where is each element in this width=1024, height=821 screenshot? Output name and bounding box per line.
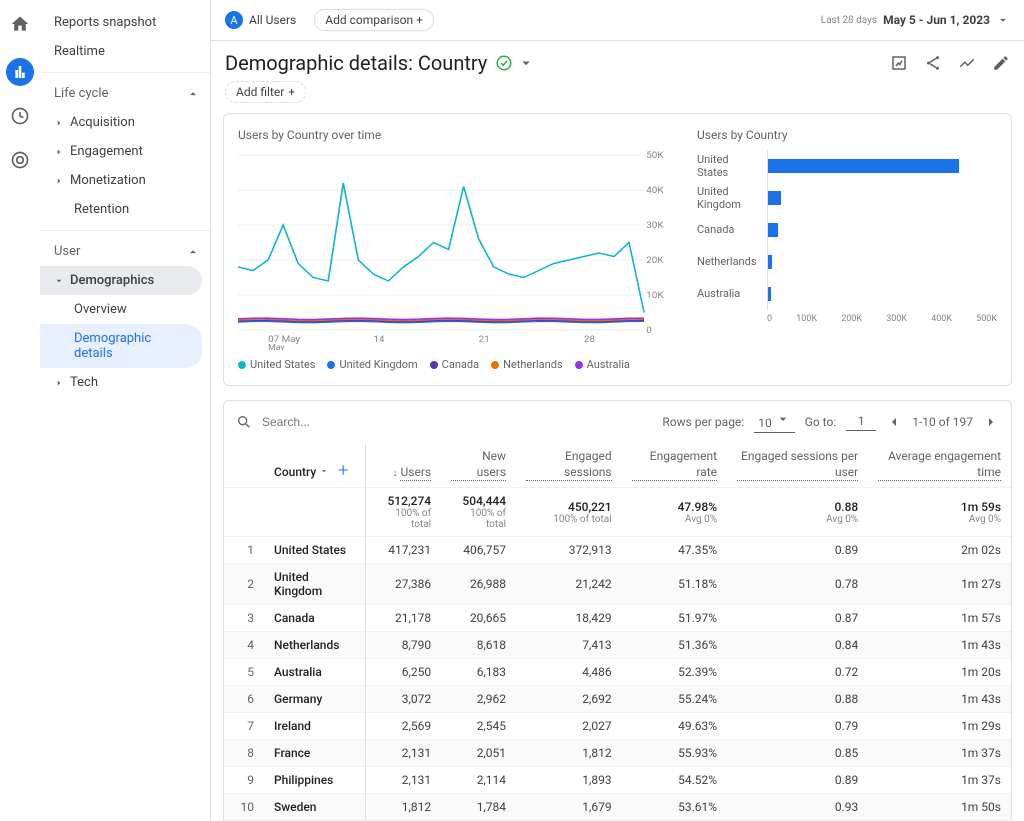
bar-row: Netherlands (697, 246, 997, 278)
sidebar-lifecycle[interactable]: Life cycle (40, 79, 210, 108)
chevron-down-icon[interactable] (517, 54, 535, 72)
svg-text:30K: 30K (646, 220, 663, 230)
all-users-chip[interactable]: AAll Users (225, 8, 306, 32)
goto-input[interactable]: 1 (846, 414, 876, 431)
page-info: 1-10 of 197 (912, 415, 973, 429)
col-engaged-sessions[interactable]: Engaged sessions (516, 443, 622, 488)
table-row[interactable]: 7 Ireland 2,5692,5452,027 49.63%0.791m 2… (224, 713, 1011, 740)
sidebar-demographics[interactable]: Demographics (40, 266, 202, 295)
svg-text:50K: 50K (646, 150, 663, 160)
table-row[interactable]: 3 Canada 21,17820,66518,429 51.97%0.871m… (224, 605, 1011, 632)
sidebar-demographic-details[interactable]: Demographic details (40, 324, 202, 368)
edit-icon[interactable] (992, 54, 1010, 72)
search-input[interactable] (262, 415, 417, 429)
bar-row: Canada (697, 214, 997, 246)
charts-card: Users by Country over time 0 10K 20K 30K 40K… (223, 113, 1012, 386)
bar-row: United States (697, 150, 997, 182)
sidebar-monetization[interactable]: Monetization (40, 166, 210, 195)
home-icon[interactable] (10, 14, 30, 38)
sidebar-tech[interactable]: Tech (40, 368, 210, 397)
check-circle-icon (495, 54, 513, 72)
customize-report-icon[interactable] (890, 54, 908, 72)
chevron-down-icon (319, 466, 329, 476)
svg-text:10K: 10K (646, 290, 663, 300)
svg-text:40K: 40K (646, 185, 663, 195)
table-row[interactable]: 8 France 2,1312,0511,812 55.93%0.851m 37… (224, 740, 1011, 767)
sidebar-overview[interactable]: Overview (40, 295, 210, 324)
bar-row: Australia (697, 278, 997, 310)
svg-text:14: 14 (373, 334, 385, 344)
table-row[interactable]: 2 United Kingdom 27,38626,98821,242 51.1… (224, 564, 1011, 605)
sidebar-user[interactable]: User (40, 237, 210, 266)
bar-row: United Kingdom (697, 182, 997, 214)
svg-text:May: May (268, 343, 285, 350)
sidebar-acquisition[interactable]: Acquisition (40, 108, 210, 137)
add-comparison-button[interactable]: Add comparison + (314, 9, 434, 31)
chevron-up-icon (186, 245, 200, 259)
chevron-up-icon (186, 87, 200, 101)
search-icon (236, 414, 252, 430)
chevron-down-icon (996, 13, 1010, 27)
col-new-users[interactable]: New users (441, 443, 516, 488)
sidebar-reports-snapshot[interactable]: Reports snapshot (40, 8, 210, 37)
table-row[interactable]: 1 United States 417,231406,757372,913 47… (224, 537, 1011, 564)
sidebar-realtime[interactable]: Realtime (40, 37, 210, 66)
col-users[interactable]: ↓ Users (366, 443, 441, 488)
share-icon[interactable] (924, 54, 942, 72)
svg-text:20K: 20K (646, 255, 663, 265)
table-card: Rows per page: 10 Go to: 1 1-10 of 197 C… (223, 400, 1012, 821)
table-row[interactable]: 10 Sweden 1,8121,7841,679 53.61%0.931m 5… (224, 794, 1011, 821)
reports-icon[interactable] (6, 58, 34, 86)
line-chart-title: Users by Country over time (238, 128, 677, 142)
sidebar-engagement[interactable]: Engagement (40, 137, 210, 166)
bar-chart-title: Users by Country (697, 128, 997, 142)
explore-icon[interactable] (10, 106, 30, 130)
add-dimension-icon[interactable]: + (338, 460, 348, 481)
prev-page-icon[interactable] (886, 414, 902, 430)
table-row[interactable]: 9 Philippines 2,1312,1141,893 54.52%0.89… (224, 767, 1011, 794)
rows-per-page-select[interactable]: 10 (754, 411, 794, 433)
bar-chart: United States United Kingdom Canada Neth… (697, 150, 997, 310)
next-page-icon[interactable] (983, 414, 999, 430)
add-filter-button[interactable]: Add filter+ (225, 81, 306, 103)
data-table: Country + ↓ Users New users Engaged sess… (224, 443, 1011, 821)
page-title: Demographic details: Country (225, 51, 487, 75)
icon-rail (0, 0, 40, 821)
topbar: AAll Users Add comparison + Last 28 days… (211, 0, 1024, 41)
line-chart: 010K20K30K40K50K07 May142128May (238, 150, 677, 350)
table-row[interactable]: 6 Germany 3,0722,9622,692 55.24%0.881m 4… (224, 686, 1011, 713)
country-header[interactable]: Country + (264, 443, 366, 488)
svg-text:28: 28 (584, 334, 595, 344)
table-row[interactable]: 4 Netherlands 8,7908,6187,413 51.36%0.84… (224, 632, 1011, 659)
goto-label: Go to: (805, 415, 837, 429)
svg-text:21: 21 (479, 334, 490, 344)
date-range-picker[interactable]: Last 28 days May 5 - Jun 1, 2023 (821, 13, 1010, 27)
col-avg-engagement-time[interactable]: Average engagement time (868, 443, 1011, 488)
main: AAll Users Add comparison + Last 28 days… (210, 0, 1024, 821)
svg-text:0: 0 (646, 325, 652, 335)
sidebar: Reports snapshot Realtime Life cycle Acq… (40, 0, 210, 821)
plus-icon: + (416, 13, 423, 27)
table-row[interactable]: 5 Australia 6,2506,1834,486 52.39%0.721m… (224, 659, 1011, 686)
rows-per-page-label: Rows per page: (662, 415, 744, 429)
col-sessions-per-user[interactable]: Engaged sessions per user (727, 443, 868, 488)
insights-icon[interactable] (958, 54, 976, 72)
col-engagement-rate[interactable]: Engagement rate (622, 443, 727, 488)
plus-icon: + (288, 85, 295, 99)
advertising-icon[interactable] (10, 150, 30, 174)
line-chart-legend: United StatesUnited KingdomCanadaNetherl… (238, 358, 677, 371)
sidebar-retention[interactable]: Retention (40, 195, 210, 224)
